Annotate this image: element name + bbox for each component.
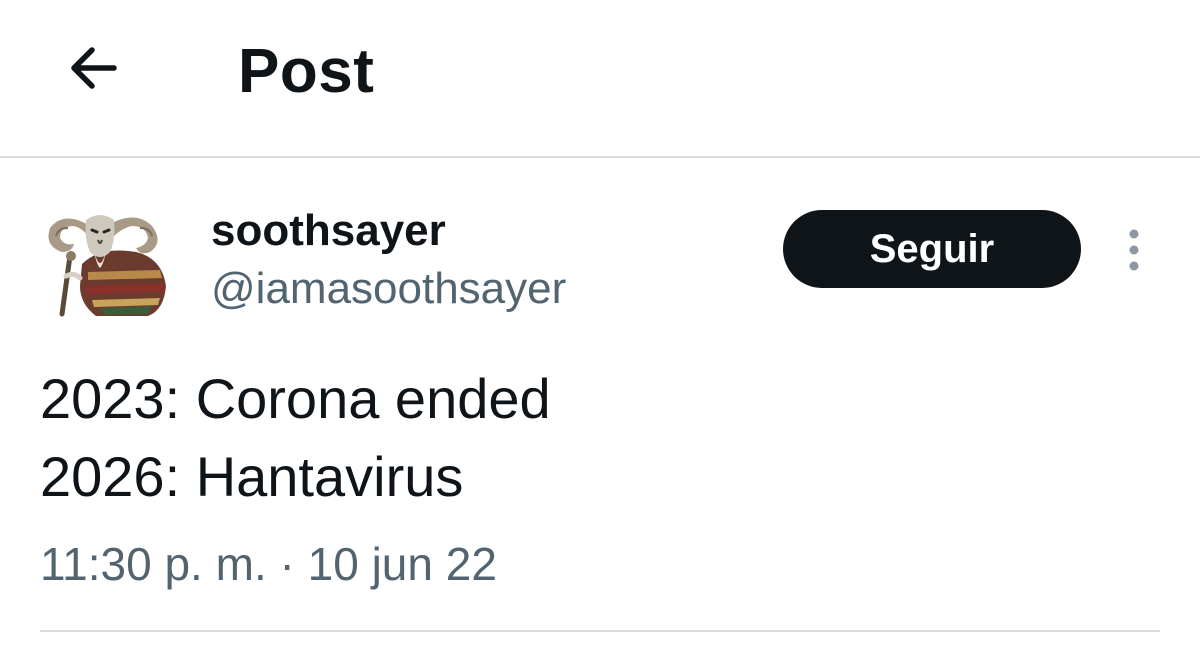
more-options-button[interactable] (1112, 222, 1156, 278)
post-time: 11:30 p. m. (40, 538, 267, 590)
post-date: 10 jun 22 (307, 538, 497, 590)
page-title: Post (238, 37, 375, 106)
arrow-left-icon (71, 47, 117, 89)
top-bar: Post (0, 0, 1200, 158)
follow-button[interactable]: Seguir (783, 210, 1081, 288)
post-text-line: 2026: Hantavirus (40, 445, 464, 508)
divider (40, 630, 1160, 632)
meta-separator: · (279, 538, 295, 590)
post-text: 2023: Corona ended 2026: Hantavirus (40, 360, 1160, 516)
back-button[interactable] (56, 32, 128, 104)
post-timestamp[interactable]: 11:30 p. m. · 10 jun 22 (40, 534, 497, 594)
post-text-line: 2023: Corona ended (40, 367, 551, 430)
author-display-name[interactable]: soothsayer (211, 206, 446, 256)
ram-horned-character-avatar (48, 215, 166, 317)
avatar[interactable] (40, 206, 168, 318)
author-handle[interactable]: @iamasoothsayer (211, 264, 566, 314)
more-vertical-icon (1129, 229, 1139, 271)
